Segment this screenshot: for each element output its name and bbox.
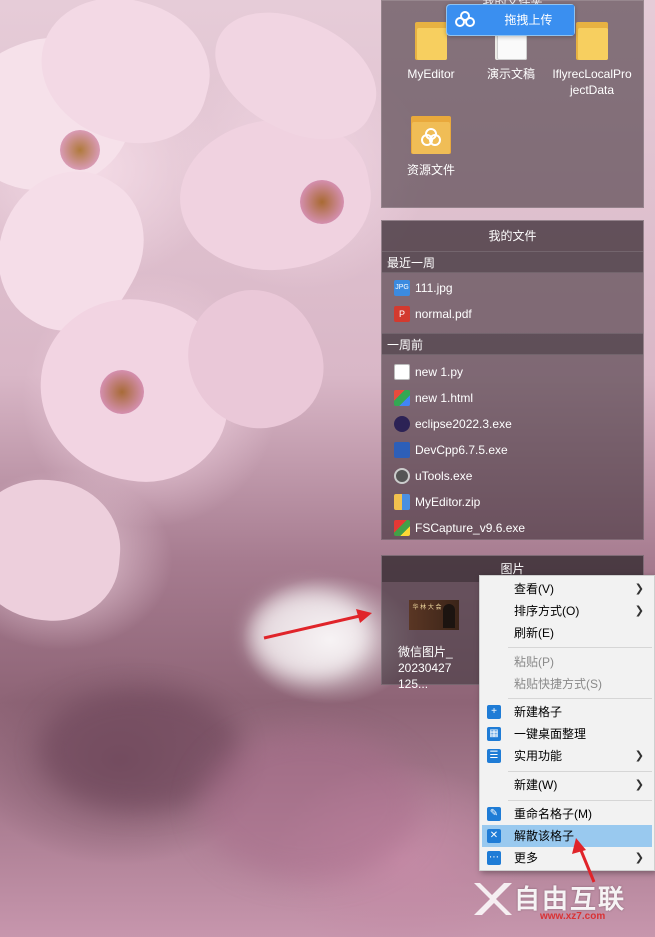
menu-item-utilities[interactable]: ☰ 实用功能 ❯ (482, 745, 652, 767)
file-item-devcpp[interactable]: DevCpp6.7.5.exe (382, 437, 643, 463)
context-menu: 查看(V) ❯ 排序方式(O) ❯ 刷新(E) 粘贴(P) 粘贴快捷方式(S) … (479, 575, 655, 871)
list-icon: ☰ (487, 749, 501, 763)
menu-item-paste[interactable]: 粘贴(P) (482, 651, 652, 673)
menu-separator (508, 771, 652, 772)
picture-item[interactable]: 华 林 大 会 微信图片_20230427125... (392, 600, 476, 692)
desktop-item-resources[interactable]: 资源文件 (391, 112, 471, 178)
my-files-panel: 我的文件 最近一周 JPG 111.jpg P normal.pdf 一周前 n… (381, 220, 644, 540)
zip-icon (394, 494, 410, 510)
resource-folder-icon (411, 112, 451, 156)
cloud-icon (447, 5, 483, 35)
py-file-icon (394, 364, 410, 380)
file-item-new1-py[interactable]: new 1.py (382, 359, 643, 385)
menu-item-new-fence[interactable]: + 新建格子 (482, 701, 652, 723)
menu-item-sort[interactable]: 排序方式(O) ❯ (482, 600, 652, 622)
menu-separator (508, 647, 652, 648)
menu-item-desktop-organize[interactable]: ▦ 一键桌面整理 (482, 723, 652, 745)
layout-icon: ▦ (487, 727, 501, 741)
section-heading: 一周前 (382, 333, 643, 355)
picture-thumbnail: 华 林 大 会 (409, 600, 459, 630)
watermark: 自由互联 www.xz7.com (470, 875, 650, 930)
menu-separator (508, 800, 652, 801)
annotation-arrow-icon (263, 609, 372, 640)
watermark-logo-icon (470, 879, 514, 919)
watermark-url: www.xz7.com (540, 911, 606, 922)
file-item-normal-pdf[interactable]: P normal.pdf (382, 301, 643, 327)
menu-item-view[interactable]: 查看(V) ❯ (482, 578, 652, 600)
pdf-icon: P (394, 306, 410, 322)
chevron-right-icon: ❯ (634, 583, 644, 595)
chevron-right-icon: ❯ (634, 605, 644, 617)
eclipse-icon (394, 416, 410, 432)
chevron-right-icon: ❯ (634, 779, 644, 791)
dissolve-icon: ✕ (487, 829, 501, 843)
menu-item-refresh[interactable]: 刷新(E) (482, 622, 652, 644)
menu-separator (508, 698, 652, 699)
chevron-right-icon: ❯ (634, 750, 644, 762)
file-item-fscapture[interactable]: FSCapture_v9.6.exe (382, 515, 643, 541)
upload-label: 拖拽上传 (483, 5, 574, 35)
file-item-myeditor-zip[interactable]: MyEditor.zip (382, 489, 643, 515)
section-heading: 最近一周 (382, 251, 643, 273)
chevron-right-icon: ❯ (634, 852, 644, 864)
menu-item-rename-fence[interactable]: ✎ 重命名格子(M) (482, 803, 652, 825)
html-file-icon (394, 390, 410, 406)
utools-icon (394, 468, 410, 484)
file-item-new1-html[interactable]: new 1.html (382, 385, 643, 411)
file-item-eclipse[interactable]: eclipse2022.3.exe (382, 411, 643, 437)
rename-icon: ✎ (487, 807, 501, 821)
folder-icon (415, 18, 447, 60)
menu-item-new[interactable]: 新建(W) ❯ (482, 774, 652, 796)
panel-title: 我的文件 (382, 221, 643, 251)
file-item-111-jpg[interactable]: JPG 111.jpg (382, 275, 643, 301)
plus-icon: + (487, 705, 501, 719)
devcpp-icon (394, 442, 410, 458)
file-item-utools[interactable]: uTools.exe (382, 463, 643, 489)
fscapture-icon (394, 520, 410, 536)
drag-upload-button[interactable]: 拖拽上传 (446, 4, 575, 36)
more-icon: ⋯ (487, 851, 501, 865)
folder-icon (576, 18, 608, 60)
jpg-icon: JPG (394, 280, 410, 296)
menu-item-paste-shortcut[interactable]: 粘贴快捷方式(S) (482, 673, 652, 695)
